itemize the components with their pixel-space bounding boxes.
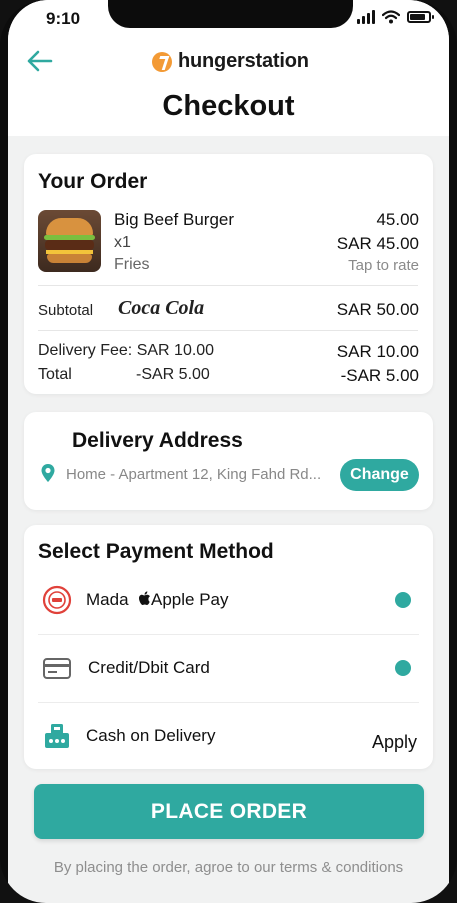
delivery-address-card: Delivery Address Home - Apartment 12, Ki… [24, 412, 433, 510]
payment-method-title: Select Payment Method [38, 540, 274, 563]
order-summary-card: Your Order Big Beef Burger x1 Fries 45.0… [24, 154, 433, 394]
battery-icon [407, 11, 434, 23]
coca-cola-logo: Coca Cola [118, 297, 205, 319]
item-price: 45.00 [376, 210, 419, 229]
apple-pay-label: Apple Pay [138, 590, 229, 610]
payment-label: Mada [86, 590, 129, 609]
total-discount: -SAR 5.00 [136, 366, 210, 383]
divider [38, 285, 418, 286]
order-title: Your Order [38, 170, 148, 193]
subtotal-value: SAR 50.00 [336, 300, 419, 319]
status-icons [357, 10, 434, 24]
subtotal-label: Subtotal [38, 302, 94, 319]
item-name: Big Beef Burger [114, 210, 235, 229]
hungerstation-logo-icon [152, 51, 172, 72]
item-total: SAR 45.00 [336, 234, 419, 253]
tap-to-rate-link[interactable]: Tap to rate [348, 257, 419, 274]
selected-radio[interactable] [395, 592, 411, 608]
credit-card-icon [43, 658, 71, 679]
payment-option-card[interactable]: Credit/Dbit Card [24, 635, 433, 703]
terms-text: By placing the order, agroe to our terms… [53, 859, 404, 876]
cash-icon [45, 724, 69, 748]
status-time: 9:10 [46, 9, 81, 28]
delivery-fee-value: SAR 10.00 [336, 342, 419, 361]
brand-name: hungerstation [178, 50, 309, 72]
phone-frame: 9:10 hungerstation Checkout Your Order B… [0, 0, 457, 903]
location-pin-icon [41, 464, 55, 482]
screen: 9:10 hungerstation Checkout Your Order B… [8, 0, 449, 903]
apple-pay-text: Apple Pay [151, 590, 229, 609]
delivery-address-title: Delivery Address [72, 429, 243, 452]
payment-method-card: Select Payment Method Mada Apple Pay Cre… [24, 525, 433, 769]
divider [38, 330, 418, 331]
brand-header: hungerstation [152, 50, 309, 73]
payment-option-cash[interactable]: Cash on Delivery Apply [24, 703, 433, 771]
camera-notch [108, 0, 353, 28]
back-arrow-icon[interactable] [24, 48, 54, 74]
address-text: Home - Apartment 12, King Fahd Rd... [66, 466, 322, 483]
apple-logo-icon [139, 591, 150, 605]
burger-image [38, 210, 101, 272]
signal-icon [357, 10, 375, 24]
selected-radio[interactable] [395, 660, 411, 676]
delivery-fee-label: Delivery Fee: SAR 10.00 [38, 342, 215, 359]
page-title: Checkout [162, 90, 295, 122]
payment-label: Cash on Delivery [86, 726, 216, 745]
item-side: Fries [114, 256, 150, 273]
total-value: -SAR 5.00 [340, 366, 419, 385]
wifi-icon [382, 10, 400, 24]
item-quantity: x1 [114, 234, 131, 251]
place-order-button[interactable]: PLACE ORDER [34, 784, 424, 839]
payment-option-mada[interactable]: Mada Apple Pay [24, 567, 433, 635]
mada-icon [42, 585, 72, 615]
total-label: Total [38, 366, 72, 383]
payment-label: Credit/Dbit Card [88, 658, 210, 677]
status-bar: 9:10 [8, 0, 449, 36]
change-address-button[interactable]: Change [340, 459, 419, 491]
apply-link[interactable]: Apply [372, 732, 417, 753]
